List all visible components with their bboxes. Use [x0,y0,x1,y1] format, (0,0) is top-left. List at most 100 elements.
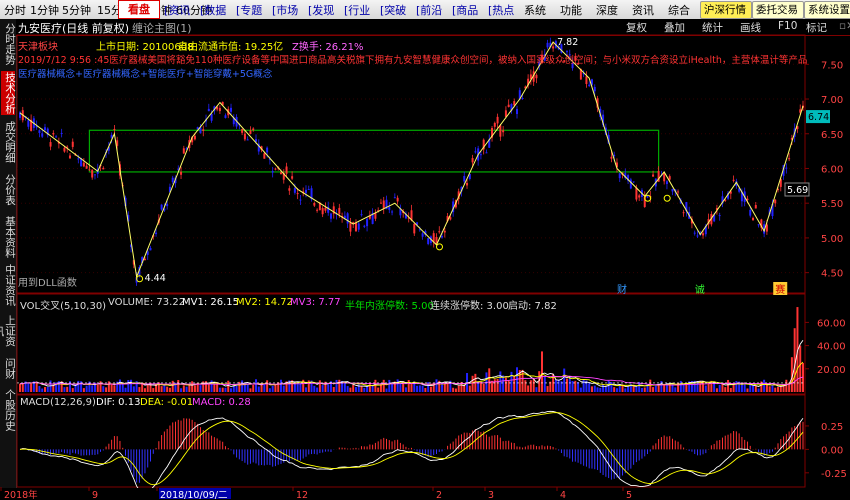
candle-body [388,206,391,210]
volume-bar [121,384,124,392]
candle-body [271,171,274,173]
volume-bar [743,384,746,392]
volume-bar [127,380,130,392]
volume-bar [771,384,774,392]
volume-bar [266,380,269,392]
volume-bar [607,380,610,392]
volume-bar [304,387,307,392]
candle-body [349,222,352,232]
volume-bar [52,385,55,392]
volume-bar [491,380,494,392]
volume-bar [241,380,244,392]
pivot-marker-3 [663,194,671,202]
candle-body [493,122,496,127]
candle-body [718,215,721,217]
volume-bar [727,379,730,392]
pivot-marker-1 [435,243,443,251]
macd-dif: DIF: 0.13 [96,397,141,408]
signal-label-1: 诚 [695,284,705,296]
volume-bar [30,383,33,392]
volume-bar [346,386,349,392]
signal-label-0: 财 [617,283,627,296]
volume-bar [649,379,652,392]
volume-bar [407,380,410,392]
candle-body [693,232,696,234]
volume-bar [535,387,538,392]
candle-body [535,74,538,79]
volume-bar [718,384,721,392]
macd-title: MACD(12,26,9) [20,397,96,408]
volume-bar [138,387,141,392]
price-axis-label-3: 6.00 [821,164,843,175]
volume-bar [610,382,613,392]
volume-bar [574,380,577,392]
date-label-6: 4 [560,490,566,500]
volume-bar [171,380,174,392]
candle-body [293,188,296,193]
volume-bar [354,386,357,392]
candle-body [366,218,369,227]
candle-body [585,76,588,85]
volume-bar [63,387,66,392]
candle-body [224,115,227,118]
macd-axis-label-2: -0.25 [821,469,847,480]
volume-bar [768,386,771,392]
volume-bar [321,385,324,392]
volume-bar [613,387,616,392]
candle-body [288,188,291,191]
volume-bar [96,384,99,392]
date-label-4: 2 [436,490,442,500]
volume-bar [541,351,543,392]
candle-body [646,195,649,198]
candle-body [702,233,705,236]
volume-bar [268,388,271,392]
candle-body [291,176,294,179]
volume-bar [213,384,216,392]
candle-body [218,108,221,112]
high-price-label: 7.82 [557,37,578,48]
candle-body [166,204,169,207]
volume-bar [388,379,391,392]
candle-body [77,158,80,160]
vol-limit-count: 半年内涨停数: 5.00 [345,301,434,312]
candle-body [299,199,302,201]
macd-value: MACD: 0.28 [192,397,251,408]
volume-bar [532,378,535,392]
candle-body [52,132,55,135]
candle-body [160,204,163,210]
candle-body [788,158,791,160]
candle-body [49,142,52,147]
vol-axis-label-2: 20.00 [817,365,846,376]
volume-bar [238,381,241,392]
volume-bar [774,387,777,392]
volume-bar [374,379,377,392]
vol-start: 启动: 7.82 [508,301,557,312]
candle-body [449,217,452,220]
candle-body [696,235,699,237]
date-label-0: 2018年 [4,489,38,500]
volume-bar [507,380,510,392]
market-cap: 自由流通市值: 19.25亿 [178,42,284,53]
candle-body [682,212,685,214]
volume-bar [521,369,524,392]
candle-body [499,125,502,137]
candle-body [338,207,341,214]
candle-body [93,174,96,176]
volume-bar [271,385,274,392]
volume-bar [493,379,496,392]
candle-body [652,174,655,177]
volume-bar [729,388,732,392]
box-price-label: 5.69 [787,185,808,196]
volume-bar [593,385,596,392]
volume-bar [66,386,69,392]
volume-bar [488,368,491,392]
candle-body [391,211,394,213]
volume-bar [502,375,505,392]
candle-body [665,181,668,185]
candle-body [296,193,299,195]
candle-body [43,127,46,131]
candle-body [71,141,74,147]
candle-body [379,202,382,204]
macd-dea: DEA: -0.01 [140,397,194,408]
volume-bar [130,379,133,392]
